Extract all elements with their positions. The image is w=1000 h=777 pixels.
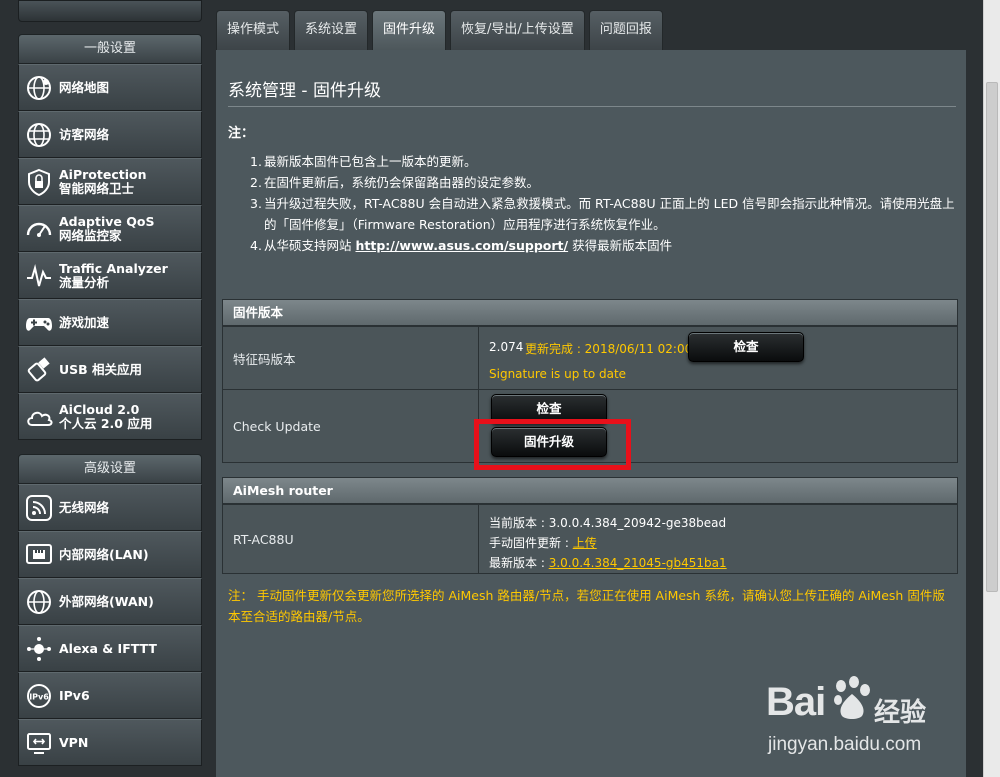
sidebar-item[interactable]: IPv6 IPv6 bbox=[18, 672, 202, 719]
sidebar-item-label: 内部网络(LAN) bbox=[59, 546, 149, 562]
general-settings-menu: 网络地图访客网络 AiProtection 智能网络卫士 Adaptive QoS 网络… bbox=[18, 64, 202, 440]
sidebar-item-label: 外部网络(WAN) bbox=[59, 593, 154, 609]
sidebar-item[interactable]: USB 相关应用 bbox=[18, 346, 202, 393]
ipv6-icon: IPv6 bbox=[19, 672, 59, 719]
aimesh-router-table: AiMesh router RT-AC88U 当前版本 : 3.0.0.4.38… bbox=[222, 477, 958, 574]
speed-gauge-icon bbox=[19, 205, 59, 252]
wifi-icon bbox=[19, 484, 59, 531]
tab-bar: 操作模式 系统设置 固件升级 恢复/导出/上传设置 问题回报 bbox=[216, 10, 667, 50]
general-settings-header: 一般设置 bbox=[18, 34, 202, 64]
aimesh-router-name: RT-AC88U bbox=[223, 505, 479, 573]
sidebar-item-label: USB 相关应用 bbox=[59, 361, 143, 377]
latest-version-label: 最新版本 : bbox=[489, 556, 549, 570]
main-panel: 系统管理 - 固件升级 注： 1. 最新版本固件已包含上一版本的更新。 2. 在… bbox=[216, 50, 966, 777]
sidebar-item[interactable]: VPN bbox=[18, 719, 202, 766]
watermark-url: jingyan.baidu.com bbox=[768, 734, 922, 755]
watermark-jingyan: 经验 bbox=[874, 698, 927, 728]
note-item: 1. 最新版本固件已包含上一版本的更新。 bbox=[250, 151, 956, 172]
upload-link[interactable]: 上传 bbox=[573, 536, 597, 550]
lan-port-icon bbox=[19, 531, 59, 578]
sidebar-item[interactable]: AiCloud 2.0 个人云 2.0 应用 bbox=[18, 393, 202, 440]
scrollbar-thumb[interactable] bbox=[986, 82, 998, 592]
sidebar-item[interactable]: Alexa & IFTTT bbox=[18, 625, 202, 672]
usb-icon bbox=[19, 346, 59, 393]
latest-version-link[interactable]: 3.0.0.4.384_21045-gb451ba1 bbox=[549, 556, 727, 570]
alexa-ifttt-icon bbox=[19, 625, 59, 672]
cloud-icon bbox=[19, 393, 59, 440]
sidebar-item-label: IPv6 bbox=[59, 687, 90, 703]
svg-text:IPv6: IPv6 bbox=[29, 692, 49, 701]
sidebar-item[interactable]: AiProtection 智能网络卫士 bbox=[18, 158, 202, 205]
sidebar-item[interactable]: 内部网络(LAN) bbox=[18, 531, 202, 578]
signature-status: Signature is up to date bbox=[489, 367, 627, 381]
upgrade-highlight-box bbox=[474, 419, 631, 470]
watermark-brand: Bai bbox=[766, 680, 826, 724]
tab[interactable]: 问题回报 bbox=[588, 10, 663, 50]
check-update-label: Check Update bbox=[223, 390, 479, 462]
guest-network-icon bbox=[19, 111, 59, 158]
tab[interactable]: 固件升级 bbox=[372, 10, 447, 50]
sidebar-item-label: Alexa & IFTTT bbox=[59, 640, 157, 656]
advanced-settings-header: 高级设置 bbox=[18, 454, 202, 484]
signature-version: 2.074 bbox=[489, 340, 524, 354]
asus-support-link[interactable]: http://www.asus.com/support/ bbox=[355, 238, 568, 253]
gamepad-icon bbox=[19, 299, 59, 346]
note-item: 4. 从华硕支持网站 http://www.asus.com/support/ … bbox=[250, 238, 673, 253]
signature-label: 特征码版本 bbox=[223, 327, 479, 389]
baidu-jingyan-watermark: Bai 经验 jingyan.baidu.com bbox=[766, 672, 956, 762]
tab[interactable]: 系统设置 bbox=[294, 10, 369, 50]
sidebar-item[interactable]: 游戏加速 bbox=[18, 299, 202, 346]
note-text: 在固件更新后，系统仍会保留路由器的设定参数。 bbox=[264, 175, 540, 190]
vpn-icon bbox=[19, 719, 59, 766]
sidebar-item-partial-top[interactable] bbox=[18, 0, 202, 22]
traffic-wave-icon bbox=[19, 252, 59, 299]
firmware-table-header: 固件版本 bbox=[223, 300, 957, 326]
sidebar-item-label: 无线网络 bbox=[59, 499, 110, 515]
sidebar-item[interactable]: Adaptive QoS 网络监控家 bbox=[18, 205, 202, 252]
sidebar-item-label: 网络地图 bbox=[59, 79, 110, 95]
shield-lock-icon bbox=[19, 158, 59, 205]
sidebar-item-label: AiCloud 2.0 个人云 2.0 应用 bbox=[59, 401, 153, 431]
tab[interactable]: 恢复/导出/上传设置 bbox=[450, 10, 585, 50]
tab[interactable]: 操作模式 bbox=[216, 10, 291, 50]
aimesh-table-header: AiMesh router bbox=[223, 478, 957, 504]
signature-check-button[interactable]: 检查 bbox=[688, 332, 804, 362]
note-text: 从华硕支持网站 bbox=[264, 238, 356, 253]
note-item: 2. 在固件更新后，系统仍会保留路由器的设定参数。 bbox=[250, 172, 956, 193]
note-item: 3. 当升级过程失败，RT-AC88U 会自动进入紧急救援模式。而 RT-AC8… bbox=[250, 193, 956, 235]
signature-row: 特征码版本 2.074 更新完成 : 2018/06/11 02:00 Sign… bbox=[223, 326, 957, 389]
wan-globe-icon bbox=[19, 578, 59, 625]
note-text: 当升级过程失败，RT-AC88U 会自动进入紧急救援模式。而 RT-AC88U … bbox=[264, 196, 955, 232]
baidu-paw-icon bbox=[834, 676, 870, 719]
sidebar-item-label: 游戏加速 bbox=[59, 314, 110, 330]
sidebar-item[interactable]: 外部网络(WAN) bbox=[18, 578, 202, 625]
notes-list: 1. 最新版本固件已包含上一版本的更新。 2. 在固件更新后，系统仍会保留路由器… bbox=[250, 151, 956, 256]
note-text: 最新版本固件已包含上一版本的更新。 bbox=[264, 154, 477, 169]
signature-update-status: 更新完成 : 2018/06/11 02:00 bbox=[525, 342, 693, 356]
current-version-label: 当前版本 : bbox=[489, 516, 549, 530]
title-divider bbox=[228, 106, 956, 107]
note-text: 获得最新版本固件 bbox=[568, 238, 673, 253]
sidebar-item[interactable]: 网络地图 bbox=[18, 64, 202, 111]
page-scrollbar[interactable] bbox=[983, 0, 1000, 777]
sidebar-item-label: 访客网络 bbox=[59, 126, 110, 142]
page-title: 系统管理 - 固件升级 bbox=[228, 81, 381, 101]
manual-update-label: 手动固件更新 : bbox=[489, 536, 573, 550]
sidebar-item[interactable]: 访客网络 bbox=[18, 111, 202, 158]
globe-network-map-icon bbox=[19, 64, 59, 111]
advanced-settings-menu: 无线网络 内部网络(LAN) 外部网络(WAN) Alexa & IFTTT IPv6 I… bbox=[18, 484, 202, 766]
sidebar: 一般设置 网络地图访客网络 AiProtection 智能网络卫士 Adaptive … bbox=[18, 0, 202, 777]
sidebar-item-label: AiProtection 智能网络卫士 bbox=[59, 166, 147, 196]
aimesh-warning-text: 注： 手动固件更新仅会更新您所选择的 AiMesh 路由器/节点，若您正在使用 … bbox=[228, 588, 945, 624]
sidebar-item-label: Traffic Analyzer 流量分析 bbox=[59, 260, 168, 290]
sidebar-item-label: VPN bbox=[59, 734, 89, 750]
sidebar-item-label: Adaptive QoS 网络监控家 bbox=[59, 213, 155, 243]
note-label: 注： bbox=[228, 126, 255, 141]
aimesh-router-row: RT-AC88U 当前版本 : 3.0.0.4.384_20942-ge38be… bbox=[223, 504, 957, 573]
sidebar-item[interactable]: 无线网络 bbox=[18, 484, 202, 531]
sidebar-item[interactable]: Traffic Analyzer 流量分析 bbox=[18, 252, 202, 299]
current-version-value: 3.0.0.4.384_20942-ge38bead bbox=[548, 516, 727, 530]
